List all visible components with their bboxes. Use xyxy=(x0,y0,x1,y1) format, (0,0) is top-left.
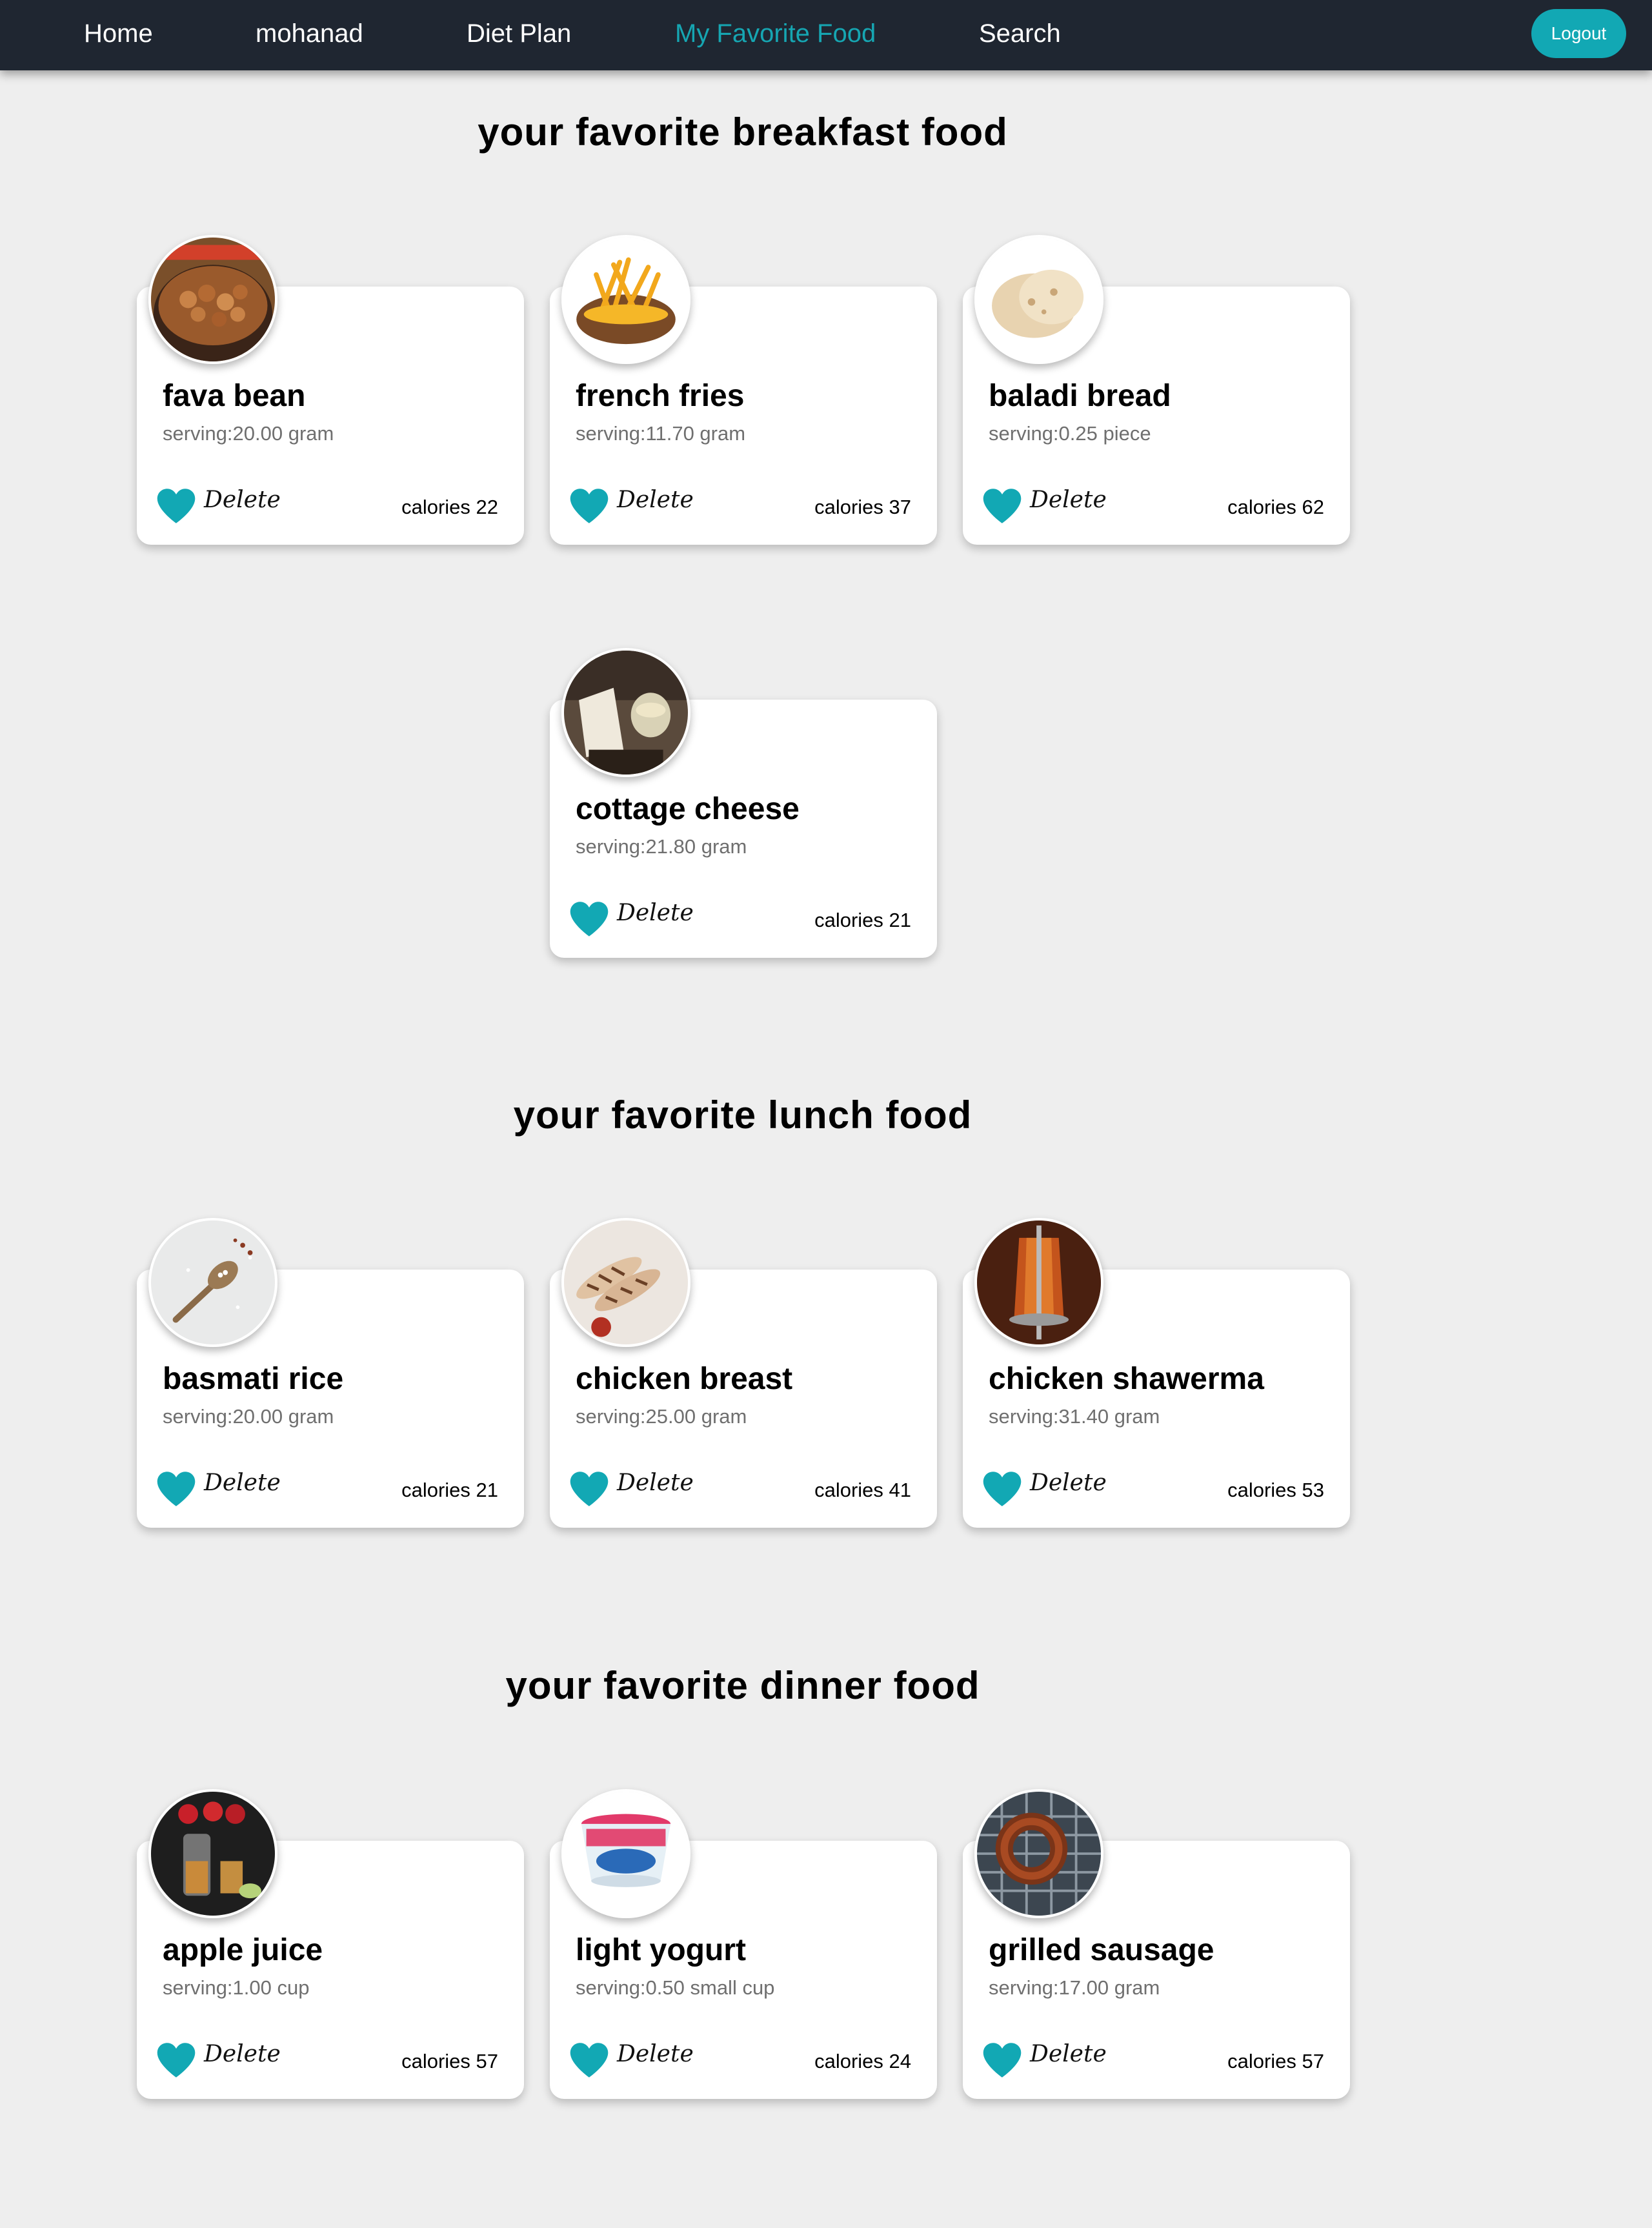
cottage-cheese-image xyxy=(561,648,690,777)
food-name: baladi bread xyxy=(989,379,1171,413)
food-card: cottage cheese serving:21.80 gram Delete… xyxy=(550,648,937,958)
food-serving: serving:0.25 piece xyxy=(989,422,1151,445)
delete-button[interactable]: Delete xyxy=(617,1470,694,1496)
top-navbar: Home mohanad Diet Plan My Favorite Food … xyxy=(0,0,1652,70)
food-calories: calories 22 xyxy=(401,496,498,518)
heart-icon[interactable] xyxy=(982,2042,1022,2078)
food-name: cottage cheese xyxy=(576,792,800,826)
food-name: light yogurt xyxy=(576,1933,746,1967)
heart-icon[interactable] xyxy=(569,488,609,524)
food-serving: serving:0.50 small cup xyxy=(576,1976,775,1999)
food-serving: serving:17.00 gram xyxy=(989,1976,1160,1999)
heart-icon[interactable] xyxy=(156,2042,196,2078)
food-calories: calories 62 xyxy=(1227,496,1324,518)
food-card: baladi bread serving:0.25 piece Delete c… xyxy=(963,235,1350,545)
heart-icon[interactable] xyxy=(569,1471,609,1507)
food-serving: serving:1.00 cup xyxy=(163,1976,310,1999)
food-calories: calories 41 xyxy=(814,1479,911,1501)
food-calories: calories 57 xyxy=(401,2050,498,2072)
food-name: chicken shawerma xyxy=(989,1362,1264,1396)
lunch-section-title: your favorite lunch food xyxy=(513,1093,972,1137)
food-card: french fries serving:11.70 gram Delete c… xyxy=(550,235,937,545)
food-calories: calories 21 xyxy=(401,1479,498,1501)
food-card: fava bean serving:20.00 gram Delete calo… xyxy=(137,235,524,545)
grilled-sausage-image xyxy=(974,1789,1103,1918)
basmati-rice-image xyxy=(148,1218,277,1347)
food-serving: serving:11.70 gram xyxy=(576,422,746,445)
food-card: chicken shawerma serving:31.40 gram Dele… xyxy=(963,1218,1350,1528)
food-card: light yogurt serving:0.50 small cup Dele… xyxy=(550,1789,937,2099)
delete-button[interactable]: Delete xyxy=(1030,1470,1107,1496)
heart-icon[interactable] xyxy=(156,488,196,524)
heart-icon[interactable] xyxy=(569,2042,609,2078)
nav-search-link[interactable]: Search xyxy=(979,17,1061,50)
food-name: basmati rice xyxy=(163,1362,344,1396)
food-calories: calories 57 xyxy=(1227,2050,1324,2072)
nav-favorite-food-link[interactable]: My Favorite Food xyxy=(675,17,876,50)
food-calories: calories 21 xyxy=(814,909,911,931)
food-serving: serving:31.40 gram xyxy=(989,1405,1160,1428)
breakfast-section-title: your favorite breakfast food xyxy=(478,110,1008,154)
nav-profile-link[interactable]: mohanad xyxy=(256,17,363,50)
nav-home-link[interactable]: Home xyxy=(84,17,153,50)
dinner-section-title: your favorite dinner food xyxy=(505,1664,980,1707)
light-yogurt-image xyxy=(561,1789,690,1918)
food-name: chicken breast xyxy=(576,1362,793,1396)
delete-button[interactable]: Delete xyxy=(617,900,694,926)
heart-icon[interactable] xyxy=(982,488,1022,524)
delete-button[interactable]: Delete xyxy=(204,487,281,513)
food-serving: serving:25.00 gram xyxy=(576,1405,747,1428)
food-name: french fries xyxy=(576,379,745,413)
apple-juice-image xyxy=(148,1789,277,1918)
food-serving: serving:21.80 gram xyxy=(576,835,747,858)
chicken-shawerma-image xyxy=(974,1218,1103,1347)
fava-bean-image xyxy=(148,235,277,364)
food-card: chicken breast serving:25.00 gram Delete… xyxy=(550,1218,937,1528)
heart-icon[interactable] xyxy=(156,1471,196,1507)
food-name: fava bean xyxy=(163,379,306,413)
food-calories: calories 24 xyxy=(814,2050,911,2072)
food-calories: calories 53 xyxy=(1227,1479,1324,1501)
delete-button[interactable]: Delete xyxy=(1030,2041,1107,2067)
food-card: apple juice serving:1.00 cup Delete calo… xyxy=(137,1789,524,2099)
delete-button[interactable]: Delete xyxy=(204,1470,281,1496)
heart-icon[interactable] xyxy=(982,1471,1022,1507)
food-serving: serving:20.00 gram xyxy=(163,422,334,445)
nav-diet-plan-link[interactable]: Diet Plan xyxy=(467,17,571,50)
baladi-bread-image xyxy=(974,235,1103,364)
food-name: grilled sausage xyxy=(989,1933,1214,1967)
food-name: apple juice xyxy=(163,1933,323,1967)
delete-button[interactable]: Delete xyxy=(617,487,694,513)
food-card: basmati rice serving:20.00 gram Delete c… xyxy=(137,1218,524,1528)
food-serving: serving:20.00 gram xyxy=(163,1405,334,1428)
delete-button[interactable]: Delete xyxy=(1030,487,1107,513)
logout-button[interactable]: Logout xyxy=(1531,9,1626,58)
food-card: grilled sausage serving:17.00 gram Delet… xyxy=(963,1789,1350,2099)
heart-icon[interactable] xyxy=(569,901,609,937)
chicken-breast-image xyxy=(561,1218,690,1347)
food-calories: calories 37 xyxy=(814,496,911,518)
french-fries-image xyxy=(561,235,690,364)
delete-button[interactable]: Delete xyxy=(617,2041,694,2067)
delete-button[interactable]: Delete xyxy=(204,2041,281,2067)
